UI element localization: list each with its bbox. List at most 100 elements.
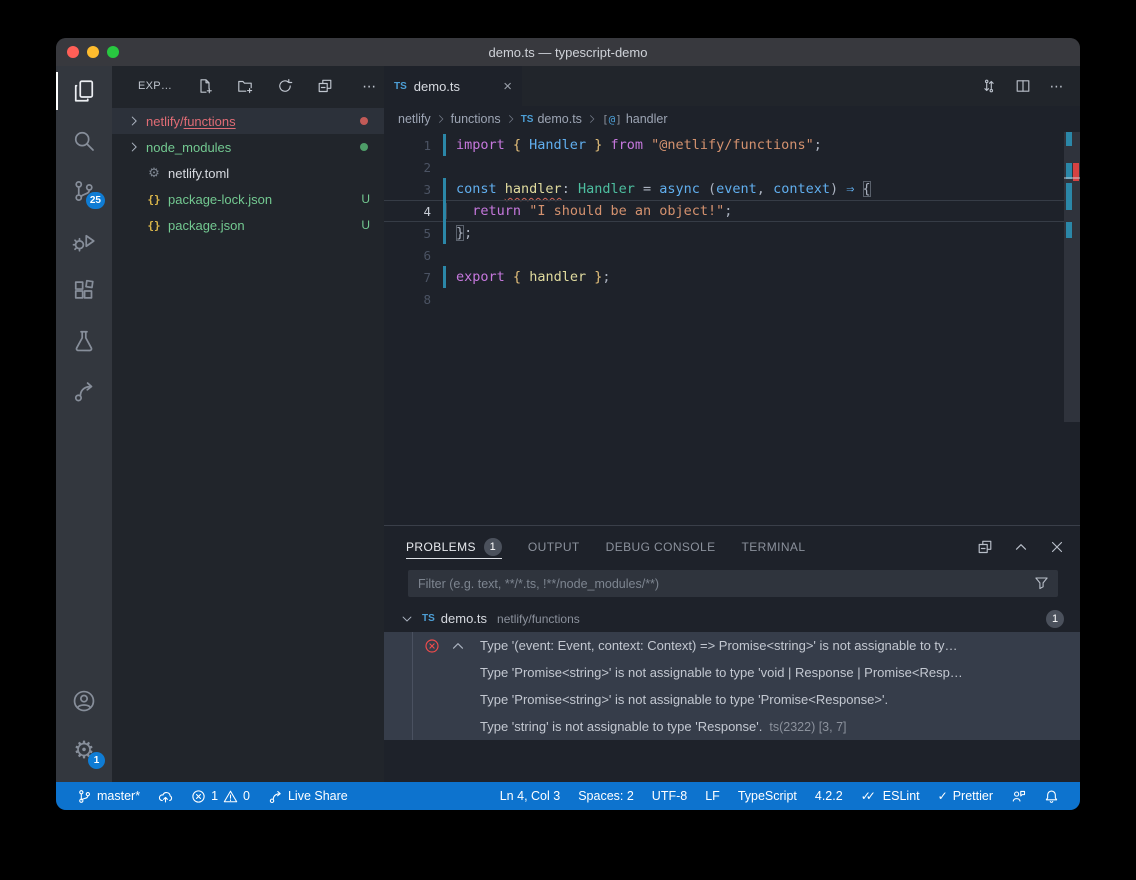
activity-bar-item-run-debug[interactable] — [56, 216, 112, 266]
tree-item-node-modules[interactable]: node_modules — [112, 134, 384, 160]
activity-bar-item-search[interactable] — [56, 116, 112, 166]
filter-icon[interactable] — [1034, 575, 1050, 591]
source-control-badge: 25 — [86, 192, 105, 209]
breadcrumb-demo-ts[interactable]: TSdemo.ts — [521, 112, 582, 126]
bell-icon — [1044, 789, 1059, 804]
status-cursor-position[interactable]: Ln 4, Col 3 — [491, 782, 569, 810]
problems-file-name: demo.ts — [441, 611, 487, 626]
problem-message-row[interactable]: Type 'Promise<string>' is not assignable… — [384, 686, 1080, 713]
activity-bar-item-testing[interactable] — [56, 316, 112, 366]
editor-more-actions-icon[interactable]: ⋯ — [1048, 77, 1066, 95]
panel-tab-debug-console[interactable]: DEBUG CONSOLE — [606, 526, 716, 568]
problem-message-text: Type '(event: Event, context: Context) =… — [480, 638, 958, 653]
code-editor[interactable]: 1import { Handler } from "@netlify/funct… — [384, 132, 1080, 525]
status-prettier[interactable]: ✓Prettier — [929, 782, 1002, 810]
tab-demo-ts[interactable]: TS demo.ts × — [384, 66, 522, 106]
collapse-icon[interactable] — [450, 638, 466, 654]
status-label: ESLint — [883, 789, 920, 803]
editor-group: TS demo.ts × ⋯ netlify functions TSdemo.ts… — [384, 66, 1080, 782]
json-file-icon: {} — [146, 219, 162, 232]
chevron-right-icon — [505, 113, 517, 125]
error-circle-icon — [191, 789, 206, 804]
panel-tab-problems[interactable]: PROBLEMS1 — [406, 526, 502, 568]
zoom-window-button[interactable] — [107, 46, 119, 58]
breadcrumb-netlify[interactable]: netlify — [398, 112, 431, 126]
line-number: 6 — [384, 248, 431, 263]
tree-item-netlify-toml[interactable]: ⚙netlify.toml — [112, 160, 384, 186]
activity-bar: 25 ⚙1 — [56, 66, 112, 782]
panel-tab-output[interactable]: OUTPUT — [528, 526, 580, 568]
activity-bar-item-source-control[interactable]: 25 — [56, 166, 112, 216]
activity-bar-item-account[interactable] — [56, 676, 112, 726]
chevron-right-icon[interactable] — [126, 113, 142, 129]
tree-item-netlify-functions[interactable]: netlify/functions — [112, 108, 384, 134]
open-changes-icon[interactable] — [980, 77, 998, 95]
tab-label: demo.ts — [414, 79, 460, 94]
activity-bar-item-live-share[interactable] — [56, 366, 112, 416]
code-line-5[interactable]: 5}; — [384, 222, 1064, 244]
overview-ruler[interactable] — [1064, 132, 1080, 525]
code-line-3[interactable]: 3const handler: Handler = async (event, … — [384, 178, 1064, 200]
status-dot — [360, 117, 368, 125]
split-editor-icon[interactable] — [1014, 77, 1032, 95]
close-window-button[interactable] — [67, 46, 79, 58]
refresh-button[interactable] — [276, 77, 294, 95]
activity-bar-item-settings[interactable]: ⚙1 — [56, 726, 112, 776]
code-line-4[interactable]: 4 return "I should be an object!"; — [384, 200, 1064, 222]
status-eol[interactable]: LF — [696, 782, 729, 810]
problem-message-row[interactable]: Type 'string' is not assignable to type … — [384, 713, 1080, 740]
status-label: Live Share — [288, 789, 348, 803]
status-indentation[interactable]: Spaces: 2 — [569, 782, 643, 810]
code-line-8[interactable]: 8 — [384, 288, 1064, 310]
code-line-2[interactable]: 2 — [384, 156, 1064, 178]
status-feedback[interactable] — [1002, 782, 1035, 810]
problems-count-badge: 1 — [1046, 610, 1064, 628]
gearfile-file-icon: ⚙ — [146, 165, 162, 181]
collapse-all-button[interactable] — [316, 77, 334, 95]
git-modified-gutter — [443, 156, 446, 178]
problem-message-row[interactable]: Type 'Promise<string>' is not assignable… — [384, 659, 1080, 686]
line-number: 5 — [384, 226, 431, 241]
status-encoding[interactable]: UTF-8 — [643, 782, 696, 810]
code-line-1[interactable]: 1import { Handler } from "@netlify/funct… — [384, 134, 1064, 156]
close-icon[interactable] — [1048, 538, 1066, 556]
title-bar[interactable]: demo.ts — typescript-demo — [56, 38, 1080, 66]
chevron-up-icon[interactable] — [1012, 538, 1030, 556]
status-label: 1 — [211, 789, 218, 803]
panel-tab-terminal[interactable]: TERMINAL — [742, 526, 806, 568]
tree-item-label: package.json — [168, 218, 361, 233]
filter-input[interactable] — [408, 570, 1058, 597]
status-eslint[interactable]: ✓✓ESLint — [852, 782, 929, 810]
problem-message-row[interactable]: Type '(event: Event, context: Context) =… — [384, 632, 1080, 659]
restore-panel-icon[interactable] — [976, 538, 994, 556]
tree-item-package-json[interactable]: {}package.jsonU — [112, 212, 384, 238]
status-notifications[interactable] — [1035, 782, 1068, 810]
chevron-right-icon[interactable] — [126, 139, 142, 155]
line-number: 1 — [384, 138, 431, 153]
code-line-7[interactable]: 7export { handler }; — [384, 266, 1064, 288]
problems-file-row[interactable]: TS demo.ts netlify/functions 1 — [384, 605, 1080, 632]
status-publish-changes[interactable] — [149, 782, 182, 810]
close-tab-icon[interactable]: × — [503, 79, 512, 94]
breadcrumb-functions[interactable]: functions — [451, 112, 501, 126]
debug-icon — [72, 229, 96, 253]
new-file-button[interactable] — [196, 77, 214, 95]
status-live-share[interactable]: Live Share — [259, 782, 357, 810]
status-problems-summary[interactable]: 10 — [182, 782, 259, 810]
status-language-mode[interactable]: TypeScript — [729, 782, 806, 810]
new-folder-button[interactable] — [236, 77, 254, 95]
problems-badge: 1 — [484, 538, 502, 556]
explorer-title: EXP… — [138, 80, 172, 92]
breadcrumb-handler[interactable]: [@]handler — [602, 112, 668, 126]
tree-item-package-lock-json[interactable]: {}package-lock.jsonU — [112, 186, 384, 212]
status-ts-version[interactable]: 4.2.2 — [806, 782, 852, 810]
code-line-6[interactable]: 6 — [384, 244, 1064, 266]
line-number: 7 — [384, 270, 431, 285]
explorer-more-actions-button[interactable]: ⋯ — [362, 78, 377, 95]
chevron-down-icon[interactable] — [400, 612, 416, 626]
activity-bar-item-explorer[interactable] — [56, 66, 112, 116]
status-git-branch[interactable]: master* — [68, 782, 149, 810]
git-modified-gutter — [443, 244, 446, 266]
minimize-window-button[interactable] — [87, 46, 99, 58]
activity-bar-item-extensions[interactable] — [56, 266, 112, 316]
